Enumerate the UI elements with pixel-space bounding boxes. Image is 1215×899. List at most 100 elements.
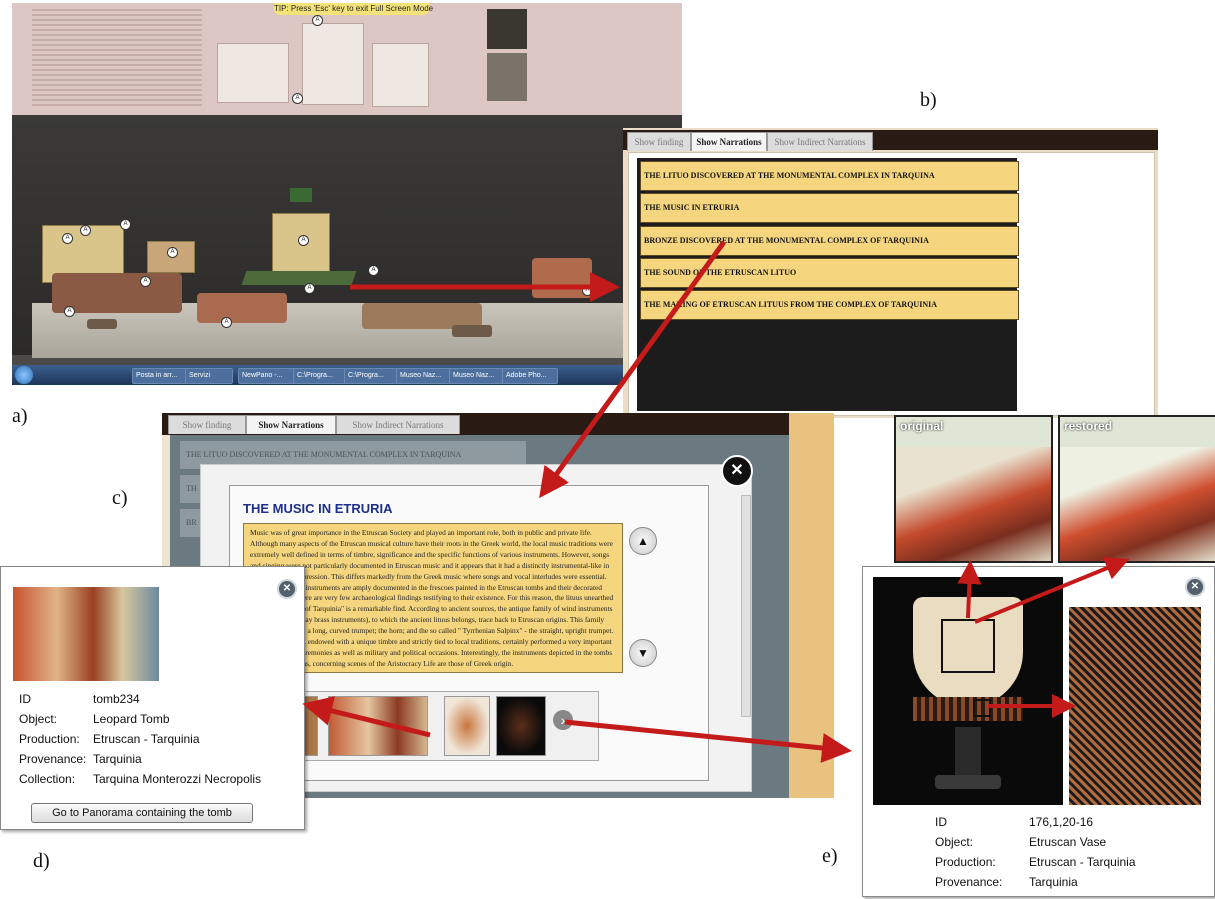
field-value: 176,1,20-16 bbox=[1029, 815, 1094, 829]
thumbnail-tomb-fresco[interactable] bbox=[328, 696, 428, 756]
vase-base bbox=[935, 775, 1001, 789]
field-value: Etruscan - Tarquinia bbox=[1029, 855, 1136, 869]
narration-item[interactable]: THE MUSIC IN ETRURIA bbox=[640, 193, 1019, 223]
hotspot[interactable]: A bbox=[221, 317, 232, 328]
hotspot[interactable]: A bbox=[292, 93, 303, 104]
hotspot[interactable]: A bbox=[298, 235, 309, 246]
field-label: Object: bbox=[19, 712, 58, 726]
panel-label-a: a) bbox=[12, 405, 28, 427]
field-label: Collection: bbox=[19, 772, 76, 786]
hotspot[interactable]: A bbox=[80, 225, 91, 236]
close-icon[interactable]: ✕ bbox=[1185, 577, 1205, 597]
taskbar-item[interactable]: Posta in arr... bbox=[132, 368, 188, 384]
thumbnail-vase-1[interactable] bbox=[444, 696, 490, 756]
tab-bar: Show finding Show Narrations Show Indire… bbox=[162, 413, 789, 435]
side-panel bbox=[789, 413, 834, 798]
tab-show-finding[interactable]: Show finding bbox=[168, 415, 246, 434]
hotspot[interactable]: A bbox=[312, 15, 323, 26]
restored-image: restored bbox=[1058, 415, 1215, 563]
field-value: Tarquinia bbox=[93, 752, 142, 766]
field-value: Etruscan Vase bbox=[1029, 835, 1107, 849]
tab-show-finding[interactable]: Show finding bbox=[627, 132, 691, 151]
scroll-down-button[interactable]: ▼ bbox=[629, 639, 657, 667]
vase-foot bbox=[955, 727, 981, 777]
taskbar-item[interactable]: NewPano -... bbox=[238, 368, 296, 384]
narration-list: THE LITUO DISCOVERED AT THE MONUMENTAL C… bbox=[637, 158, 1019, 411]
go-to-panorama-button[interactable]: Go to Panorama containing the tomb bbox=[31, 803, 253, 823]
field-value: Tarquinia bbox=[1029, 875, 1078, 889]
taskbar-item[interactable]: Museo Naz... bbox=[449, 368, 505, 384]
narration-item[interactable]: BRONZE DISCOVERED AT THE MONUMENTAL COMP… bbox=[640, 226, 1019, 256]
hotspot[interactable]: A bbox=[167, 247, 178, 258]
wall-plan-2 bbox=[302, 23, 364, 105]
tab-show-indirect-narrations[interactable]: Show Indirect Narrations bbox=[767, 132, 873, 151]
fullscreen-tip: TIP: Press 'Esc' key to exit Full Screen… bbox=[274, 3, 434, 15]
lituus-object bbox=[241, 271, 357, 285]
shard-5 bbox=[87, 319, 117, 329]
close-icon[interactable]: ✕ bbox=[277, 579, 297, 599]
wall-text-panel bbox=[32, 9, 202, 109]
taskbar-item[interactable]: C:\Progra... bbox=[344, 368, 398, 384]
taskbar-item[interactable]: Museo Naz... bbox=[396, 368, 452, 384]
panorama-view[interactable]: A A A A A A A A A A A A A TIP: Press 'Es… bbox=[12, 3, 682, 385]
original-label: original bbox=[900, 419, 944, 433]
taskbar-item[interactable]: Servizi bbox=[185, 368, 233, 384]
narration-item[interactable]: THE LITUO DISCOVERED AT THE MONUMENTAL C… bbox=[640, 161, 1019, 191]
wall-photo-1 bbox=[487, 9, 527, 49]
narrations-window: Show finding Show Narrations Show Indire… bbox=[623, 128, 1158, 418]
zoom-selection-pattern[interactable] bbox=[973, 699, 991, 717]
field-value: tomb234 bbox=[93, 692, 140, 706]
finding-card-tomb: ✕ ID tomb234 Object: Leopard Tomb Produc… bbox=[0, 566, 305, 830]
field-value: Tarquina Monterozzi Necropolis bbox=[93, 772, 262, 786]
wall-plan-3 bbox=[372, 43, 429, 107]
hotspot[interactable]: A bbox=[304, 283, 315, 294]
field-label: Production: bbox=[935, 855, 996, 869]
field-value: Etruscan - Tarquinia bbox=[93, 732, 200, 746]
wall-plan-1 bbox=[217, 43, 289, 103]
green-fragment bbox=[290, 188, 312, 202]
original-image: original bbox=[894, 415, 1053, 563]
hotspot[interactable]: A bbox=[120, 219, 131, 230]
narration-item[interactable]: THE SOUND OF THE ETRUSCAN LITUO bbox=[640, 258, 1019, 288]
tab-show-narrations[interactable]: Show Narrations bbox=[691, 132, 767, 151]
os-taskbar: Posta in arr... Servizi NewPano -... C:\… bbox=[12, 365, 682, 385]
modal-scrollbar[interactable] bbox=[741, 495, 751, 717]
field-label: ID bbox=[19, 692, 31, 706]
field-label: ID bbox=[935, 815, 947, 829]
thumbnail-vase-2[interactable] bbox=[496, 696, 546, 756]
restored-painting bbox=[1060, 447, 1215, 561]
scroll-up-button[interactable]: ▲ bbox=[629, 527, 657, 555]
hotspot[interactable]: A bbox=[62, 233, 73, 244]
panel-label-c: c) bbox=[112, 487, 128, 509]
vase-meander-band bbox=[913, 697, 1023, 721]
shard-2 bbox=[197, 293, 287, 323]
vase-image bbox=[873, 577, 1063, 805]
taskbar-item[interactable]: Adobe Pho... bbox=[502, 368, 558, 384]
panel-label-e: e) bbox=[822, 845, 838, 867]
field-label: Object: bbox=[935, 835, 974, 849]
tab-show-narrations[interactable]: Show Narrations bbox=[246, 415, 336, 434]
wall-photo-2 bbox=[487, 53, 527, 101]
shard-6 bbox=[452, 325, 492, 337]
taskbar-item[interactable]: C:\Progra... bbox=[293, 368, 347, 384]
field-value: Leopard Tomb bbox=[93, 712, 170, 726]
zoom-selection-figure[interactable] bbox=[941, 619, 995, 673]
hotspot[interactable]: A bbox=[368, 265, 379, 276]
finding-card-vase: ✕ ID 176,1,20-16 Object: Etruscan Vase P… bbox=[862, 566, 1215, 897]
hotspot[interactable]: A bbox=[64, 306, 75, 317]
close-icon[interactable]: ✕ bbox=[721, 455, 753, 487]
hotspot[interactable]: A bbox=[140, 276, 151, 287]
original-painting bbox=[896, 447, 1051, 561]
hotspot[interactable]: A bbox=[582, 285, 593, 296]
modal-title: THE MUSIC IN ETRURIA bbox=[243, 501, 393, 516]
tab-show-indirect-narrations[interactable]: Show Indirect Narrations bbox=[336, 415, 460, 434]
panel-label-d: d) bbox=[33, 850, 50, 872]
field-label: Provenance: bbox=[935, 875, 1003, 889]
next-thumbnail-button[interactable]: › bbox=[553, 710, 573, 730]
tomb-fresco-image bbox=[13, 587, 159, 681]
narration-item[interactable]: THE MAKING OF ETRUSCAN LITUUS FROM THE C… bbox=[640, 290, 1019, 320]
tab-bar: Show finding Show Narrations Show Indire… bbox=[623, 130, 1158, 151]
field-label: Production: bbox=[19, 732, 80, 746]
restored-label: restored bbox=[1064, 419, 1113, 433]
start-button-icon[interactable] bbox=[15, 366, 33, 384]
